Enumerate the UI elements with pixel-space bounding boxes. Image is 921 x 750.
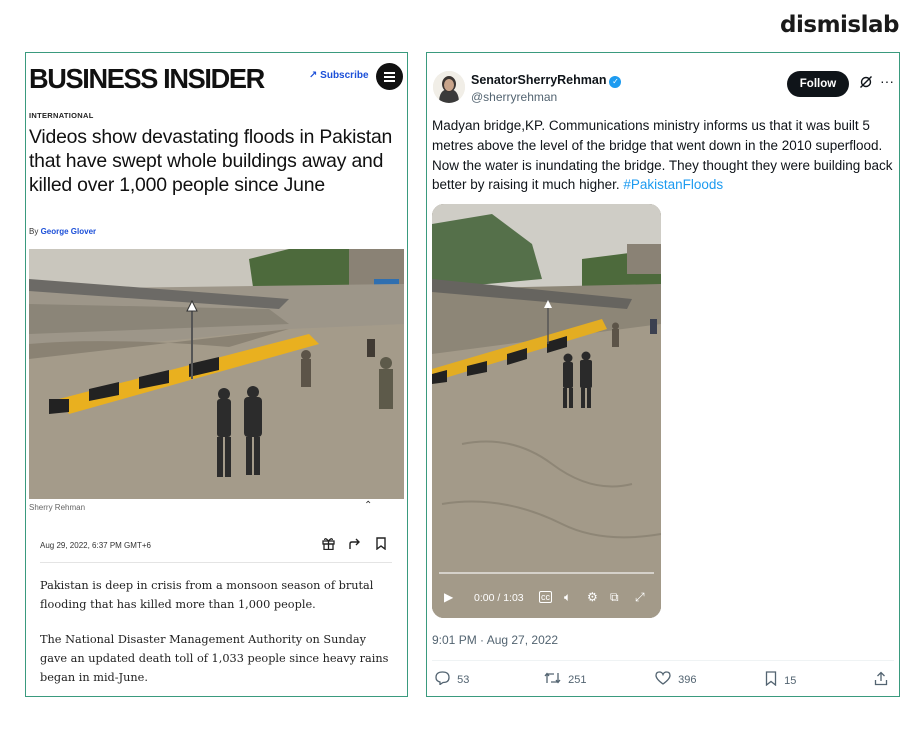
retweet-icon: [544, 672, 565, 689]
bi-header: BUSINESS INSIDER ↗ Subscribe: [29, 61, 403, 97]
bookmark-icon[interactable]: [375, 537, 387, 553]
heart-icon: [655, 671, 675, 689]
article-headline: Videos show devastating floods in Pakist…: [29, 126, 393, 196]
video-progress-bar[interactable]: [439, 572, 654, 574]
subscribe-label: Subscribe: [320, 70, 369, 81]
share-tweet-button[interactable]: [874, 671, 891, 690]
tweet-video-player[interactable]: ▶ 0:00 / 1:03 cc 🔈︎ ⚙ ⧉ ⤢: [432, 204, 661, 618]
arrow-up-right-icon: ↗: [309, 70, 318, 81]
share-upload-icon: [874, 671, 888, 690]
user-handle[interactable]: @sherryrehman: [471, 90, 557, 104]
retweet-stat[interactable]: 251: [544, 671, 587, 689]
author-link[interactable]: George Glover: [41, 227, 97, 236]
fullscreen-icon[interactable]: ⤢: [635, 590, 645, 605]
captions-icon[interactable]: cc: [539, 591, 552, 603]
grok-icon[interactable]: [859, 75, 873, 92]
hashtag-link[interactable]: #PakistanFloods: [623, 177, 723, 192]
settings-gear-icon[interactable]: ⚙: [587, 590, 598, 604]
subscribe-link[interactable]: ↗ Subscribe: [309, 70, 369, 81]
tweet-timestamp[interactable]: 9:01 PM · Aug 27, 2022: [432, 633, 558, 647]
article-paragraph: The National Disaster Management Authori…: [40, 633, 389, 684]
article-flood-photo: [29, 249, 404, 499]
verified-badge-icon: ✓: [609, 76, 622, 88]
flood-scene-illustration: [29, 249, 404, 499]
article-paragraph: Pakistan is deep in crisis from a monsoo…: [40, 579, 374, 611]
volume-icon[interactable]: 🔈︎: [564, 590, 571, 605]
byline: By George Glover: [29, 227, 96, 236]
tweet-text: Madyan bridge,KP. Communications ministr…: [432, 116, 894, 195]
business-insider-article: BUSINESS INSIDER ↗ Subscribe INTERNATION…: [25, 52, 408, 697]
share-icon[interactable]: [348, 537, 361, 553]
display-name[interactable]: SenatorSherryRehman ✓: [471, 73, 622, 88]
article-meta-row: Aug 29, 2022, 6:37 PM GMT+6: [40, 537, 392, 563]
byline-prefix: By: [29, 227, 39, 236]
more-options-icon[interactable]: ···: [880, 73, 894, 89]
reply-icon: [435, 671, 454, 689]
bi-logo[interactable]: BUSINESS INSIDER: [29, 63, 265, 95]
avatar[interactable]: [433, 71, 465, 103]
publish-date: Aug 29, 2022, 6:37 PM GMT+6: [40, 541, 151, 550]
tweet-card: SenatorSherryRehman ✓ @sherryrehman Follo…: [426, 52, 900, 697]
chevron-up-icon[interactable]: ⌃: [364, 500, 372, 511]
divider: [432, 660, 894, 661]
display-name-text: SenatorSherryRehman: [471, 73, 607, 87]
video-controls: ▶ 0:00 / 1:03 cc 🔈︎ ⚙ ⧉ ⤢: [432, 568, 661, 618]
bookmark-stat[interactable]: 15: [765, 671, 796, 690]
like-stat[interactable]: 396: [655, 671, 697, 689]
play-icon[interactable]: ▶: [444, 590, 453, 604]
reply-stat[interactable]: 53: [435, 671, 469, 689]
image-caption-bar: Sherry Rehman ⌃: [26, 499, 407, 517]
follow-button[interactable]: Follow: [787, 71, 849, 97]
bookmark-icon: [765, 671, 781, 690]
like-count: 396: [678, 674, 697, 686]
video-frame-illustration: [432, 204, 661, 618]
image-caption: Sherry Rehman: [29, 503, 86, 512]
bookmark-count: 15: [784, 675, 797, 687]
hamburger-menu-icon[interactable]: [376, 63, 403, 90]
gift-icon[interactable]: [322, 537, 335, 553]
retweet-count: 251: [568, 674, 587, 686]
section-label[interactable]: INTERNATIONAL: [29, 111, 94, 120]
dismislab-logo: dismislab: [780, 12, 899, 38]
video-time: 0:00 / 1:03: [474, 592, 524, 604]
reply-count: 53: [457, 674, 470, 686]
picture-in-picture-icon[interactable]: ⧉: [610, 590, 619, 605]
